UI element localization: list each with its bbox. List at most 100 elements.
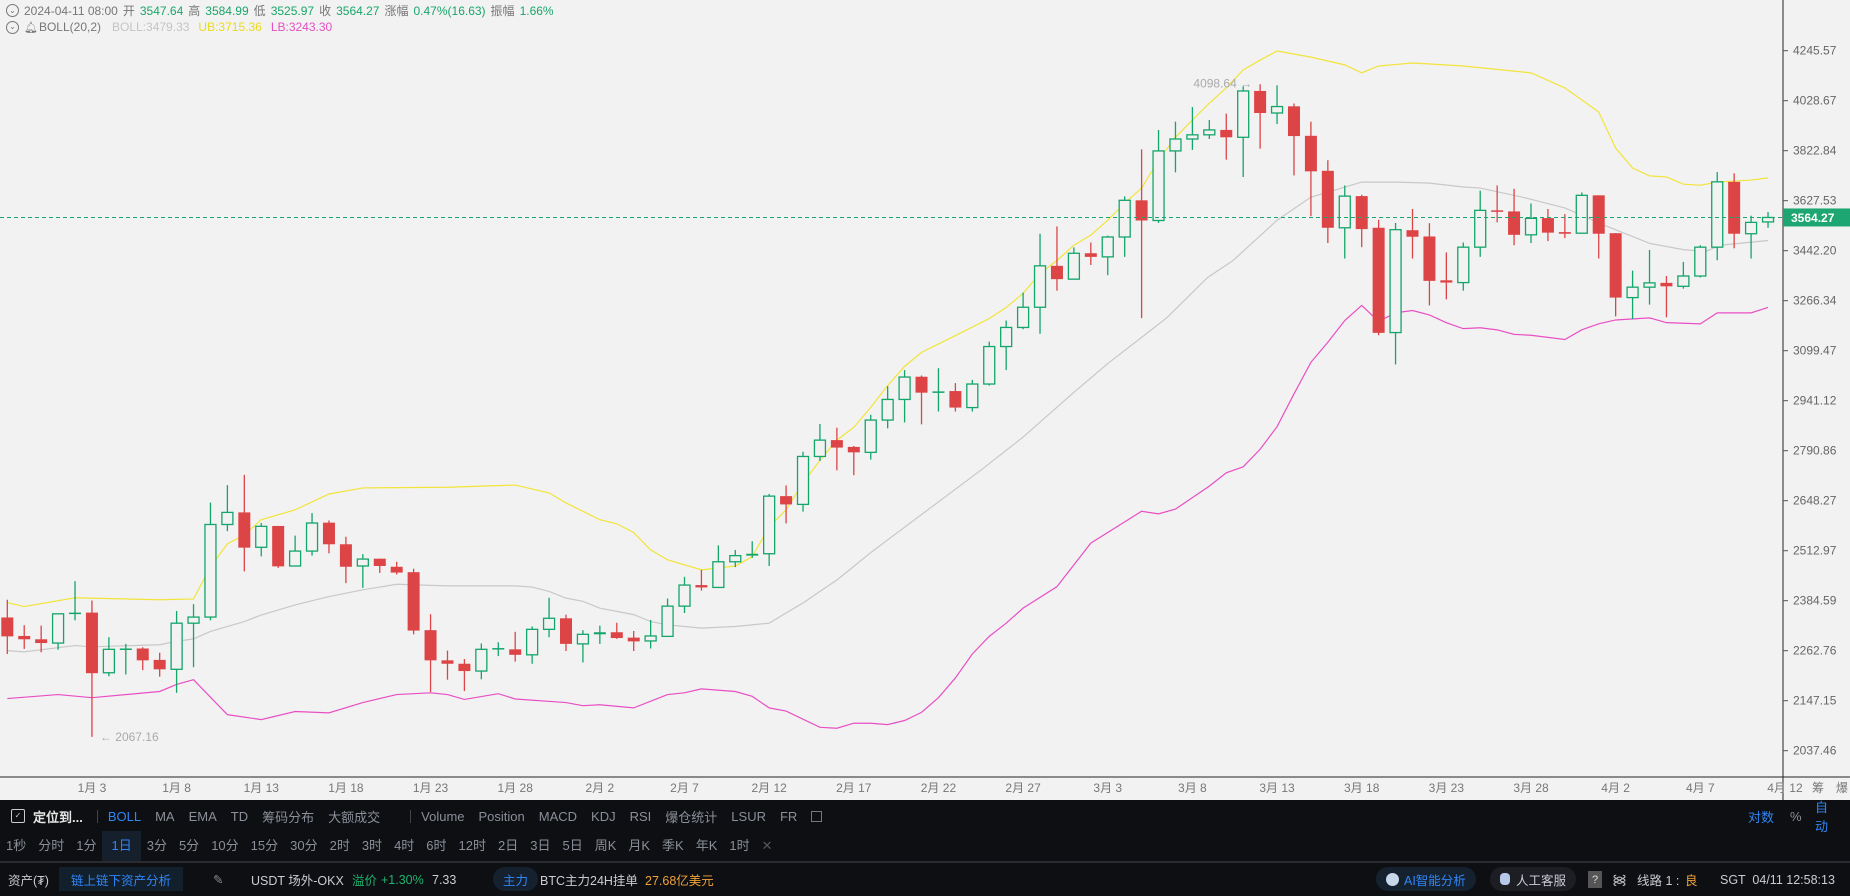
indicator-boll[interactable]: BOLL: [108, 809, 141, 824]
candle-body-up: [1474, 209, 1487, 248]
chip-distribution-toggle[interactable]: 筹: [1812, 779, 1824, 796]
period-8[interactable]: 30分: [284, 831, 323, 861]
usdt-otc-label: USDT 场外-OKX: [251, 874, 344, 888]
indicator-liquidations[interactable]: 爆仓统计: [665, 807, 717, 826]
customer-service-button[interactable]: 人工客服: [1490, 867, 1577, 891]
candle-body-up: [932, 391, 945, 393]
indicator-macd[interactable]: MACD: [539, 809, 577, 824]
candle-body-down: [847, 446, 860, 453]
indicator-ema[interactable]: EMA: [189, 809, 217, 824]
assets-label[interactable]: 资产(₮): [8, 863, 49, 896]
candle-body-up: [644, 635, 657, 642]
period-3[interactable]: 1日: [102, 831, 141, 861]
period-7[interactable]: 15分: [245, 831, 284, 861]
indicator-chip-distribution[interactable]: 筹码分布: [262, 807, 314, 826]
candle-body-up: [966, 383, 979, 409]
indicator-fr[interactable]: FR: [780, 809, 797, 824]
candle-body-down: [35, 639, 48, 644]
candle-body-up: [221, 511, 234, 526]
period-4[interactable]: 3分: [141, 831, 173, 861]
scale-auto-button[interactable]: 自动: [1815, 797, 1836, 835]
period-12[interactable]: 6时: [420, 831, 452, 861]
change-value: 0.47%(16.63): [413, 3, 486, 18]
x-tick-label: 1月 13: [243, 781, 279, 795]
period-15[interactable]: 3日: [524, 831, 556, 861]
indicator-ma[interactable]: MA: [155, 809, 175, 824]
calendar-icon[interactable]: ✓: [11, 809, 25, 823]
candle-body-up: [1118, 199, 1131, 238]
candle-body-up: [712, 561, 725, 589]
period-6[interactable]: 10分: [205, 831, 244, 861]
candle-body-down: [1304, 135, 1317, 172]
network-quality: 良: [1685, 874, 1698, 888]
y-tick-label: 3099.47: [1793, 344, 1837, 358]
candle-body-down: [136, 648, 149, 661]
y-tick-label: 4245.57: [1793, 44, 1837, 58]
indicator-td[interactable]: TD: [231, 809, 248, 824]
candle-body-down: [1728, 181, 1741, 234]
main-force-tag[interactable]: 主力: [493, 867, 539, 891]
candle-body-down: [153, 659, 166, 670]
period-13[interactable]: 12时: [453, 831, 492, 861]
indicator-position[interactable]: Position: [479, 809, 525, 824]
period-11[interactable]: 4时: [388, 831, 420, 861]
chart-area[interactable]: 4245.57 4028.67 3822.84 3627.53 3442.20 3266.…: [0, 0, 1850, 800]
candlestick-chart[interactable]: 4245.57 4028.67 3822.84 3627.53 3442.20 3266.…: [0, 0, 1850, 800]
help-icon[interactable]: ?: [1588, 871, 1602, 888]
candle-body-up: [1389, 229, 1402, 334]
candle-body-up: [475, 648, 488, 672]
indicator-rsi[interactable]: RSI: [630, 809, 652, 824]
collapse-chevron-icon[interactable]: ⌄: [6, 20, 19, 34]
y-tick-label: 2037.46: [1793, 744, 1837, 758]
change-label: 涨幅: [384, 4, 409, 18]
period-21[interactable]: 1时: [723, 831, 755, 861]
period-19[interactable]: 季K: [656, 831, 690, 861]
x-tick-label: 2月 12: [751, 781, 787, 795]
indicator-large-trades[interactable]: 大额成交: [328, 807, 380, 826]
ai-analysis-button[interactable]: AI智能分析: [1376, 867, 1476, 891]
period-selector: 1秒 分时 1分 1日 3分 5分 10分 15分 30分 2时 3时 4时 6时 12时 2日 3日 5日 周K…: [0, 831, 779, 861]
period-16[interactable]: 5日: [556, 831, 588, 861]
pencil-icon[interactable]: ✎: [213, 863, 223, 896]
scale-log-button[interactable]: 对数: [1748, 807, 1774, 826]
candle-body-up: [1067, 252, 1081, 280]
liquidation-toggle[interactable]: 爆: [1836, 779, 1848, 796]
candle-body-up: [1033, 265, 1047, 308]
close-periods-icon[interactable]: ✕: [756, 831, 779, 861]
period-5[interactable]: 5分: [173, 831, 205, 861]
period-14[interactable]: 2日: [492, 831, 524, 861]
candle-body-up: [1643, 282, 1656, 288]
locate-to-button[interactable]: 定位到...: [33, 807, 83, 826]
period-2[interactable]: 1分: [70, 831, 102, 861]
btc-orders-value: 27.68亿美元: [645, 874, 714, 888]
period-18[interactable]: 月K: [622, 831, 656, 861]
candle-body-up: [102, 648, 116, 674]
candle-body-down: [610, 632, 623, 639]
indicator-lsur[interactable]: LSUR: [731, 809, 766, 824]
candle-body-up: [1524, 217, 1538, 236]
bell-icon[interactable]: 🔔︎: [24, 21, 38, 34]
collapse-chevron-icon[interactable]: ⌄: [6, 4, 19, 17]
period-10[interactable]: 3时: [356, 831, 388, 861]
candle-body-down: [1491, 210, 1504, 212]
period-0[interactable]: 1秒: [0, 831, 32, 861]
indicator-header: ⌄ 🔔︎ BOLL(20,2) BOLL:3479.33 UB:3715.36 …: [6, 20, 332, 34]
period-9[interactable]: 2时: [324, 831, 356, 861]
premium-value: +1.30%: [381, 872, 424, 887]
period-1[interactable]: 分时: [32, 831, 70, 861]
indicator-name[interactable]: BOLL(20,2): [39, 20, 101, 34]
candle-body-up: [1457, 246, 1470, 284]
y-tick-label: 2941.12: [1793, 394, 1837, 408]
y-tick-label: 2790.86: [1793, 444, 1837, 458]
candle-body-up: [1016, 306, 1030, 329]
external-link-icon[interactable]: [811, 810, 823, 822]
clock: SGT 04/11 12:58:13: [1720, 872, 1835, 887]
asset-analysis-button[interactable]: 链上链下资产分析: [59, 867, 183, 891]
network-line-label[interactable]: 线路 1 :: [1637, 863, 1679, 896]
scale-percent-button[interactable]: %: [1790, 809, 1802, 824]
period-20[interactable]: 年K: [690, 831, 724, 861]
indicator-kdj[interactable]: KDJ: [591, 809, 616, 824]
current-price-label: 3564.27: [1791, 211, 1835, 225]
indicator-volume[interactable]: Volume: [421, 809, 464, 824]
period-17[interactable]: 周K: [589, 831, 623, 861]
